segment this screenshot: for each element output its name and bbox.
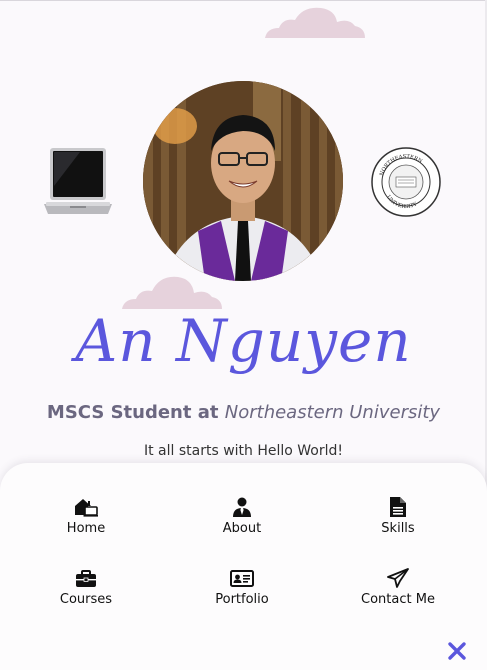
university-seal-icon: NORTHEASTERN UNIVERSITY: [371, 147, 441, 217]
profile-subtitle: MSCS Student at Northeastern University: [0, 402, 487, 423]
nav-menu-panel: [0, 463, 487, 670]
cloud-decoration-middle: [122, 276, 222, 309]
nav-item-contact-me[interactable]: Contact Me: [338, 568, 458, 607]
nav-item-about[interactable]: About: [182, 497, 302, 536]
portfolio-home-screen: NORTHEASTERN UNIVERSITY An Nguyen MSCS S…: [0, 0, 487, 670]
nav-item-skills[interactable]: Skills: [338, 497, 458, 536]
top-divider: [0, 0, 487, 1]
home-icon: [26, 497, 146, 517]
laptop-icon: [44, 148, 112, 214]
nav-label-courses: Courses: [59, 592, 113, 607]
paper-plane-icon: [338, 568, 458, 588]
nav-label-home: Home: [66, 521, 106, 536]
subtitle-school: Northeastern University: [224, 402, 441, 423]
briefcase-icon: [26, 568, 146, 588]
id-card-icon: [182, 568, 302, 588]
subtitle-prefix: MSCS Student at: [46, 402, 225, 423]
nav-label-about: About: [222, 521, 262, 536]
profile-photo: [143, 81, 343, 281]
nav-label-contact-me: Contact Me: [361, 592, 435, 607]
document-icon: [338, 497, 458, 517]
nav-item-home[interactable]: Home: [26, 497, 146, 536]
nav-item-portfolio[interactable]: Portfolio: [182, 568, 302, 607]
profile-name: An Nguyen: [75, 307, 412, 375]
cloud-decoration-top: [265, 7, 365, 38]
profile-tagline: It all starts with Hello World!: [143, 443, 344, 459]
nav-item-courses[interactable]: Courses: [26, 568, 146, 607]
nav-label-portfolio: Portfolio: [215, 592, 269, 607]
user-icon: [182, 497, 302, 517]
nav-label-skills: Skills: [381, 521, 415, 536]
close-icon[interactable]: [446, 640, 468, 662]
